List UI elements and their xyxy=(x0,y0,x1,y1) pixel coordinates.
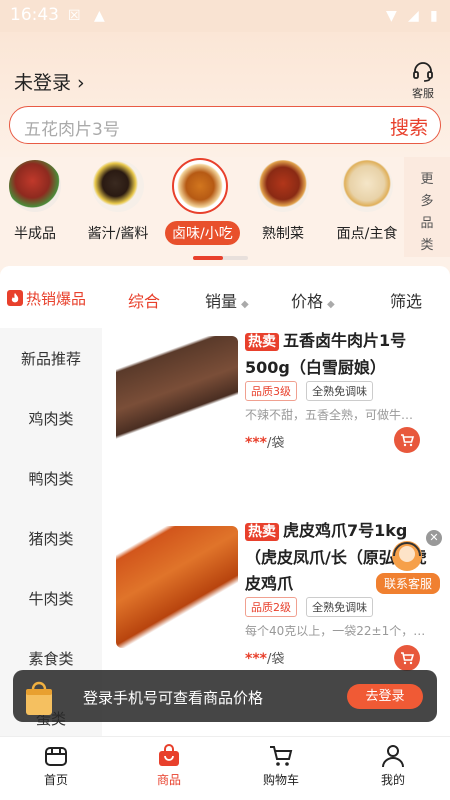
sort-arrow-icon: ◆ xyxy=(327,299,335,310)
sidebar-item[interactable]: 新品推荐 xyxy=(0,348,102,369)
price-value: *** xyxy=(245,651,267,667)
add-to-cart-button[interactable] xyxy=(394,645,420,671)
sort-sales[interactable]: 销量 ◆ xyxy=(205,288,249,312)
category-label: 卤味/小吃 xyxy=(165,221,240,245)
tab-mine[interactable]: 我的 xyxy=(353,743,433,788)
status-time: 16:43 xyxy=(10,5,59,25)
quality-tag: 品质2级 xyxy=(245,597,297,617)
price-unit: /袋 xyxy=(266,652,285,667)
product-tags: 品质2级 全熟免调味 xyxy=(245,596,377,617)
customer-service-label: 客服 xyxy=(412,87,434,100)
cart-icon xyxy=(401,652,415,665)
floating-service-label: 联系客服 xyxy=(376,573,440,594)
category-strip: 半成品 酱汁/酱料 卤味/小吃 熟制菜 面点/主食 更多品类 xyxy=(0,157,450,265)
shopping-bag-icon xyxy=(26,681,52,715)
category-image xyxy=(172,158,228,214)
login-link[interactable]: 未登录 › xyxy=(14,68,85,95)
category-image xyxy=(92,160,144,212)
product-description: 每个40克以上，一袋22±1个，… xyxy=(245,624,426,638)
search-input[interactable]: 五花肉片3号 xyxy=(24,115,120,140)
wifi-icon: ▼ xyxy=(386,8,397,24)
hot-badge: 热卖 xyxy=(245,333,279,351)
add-to-cart-button[interactable] xyxy=(394,427,420,453)
login-banner-text: 登录手机号可查看商品价格 xyxy=(83,689,264,707)
category-image xyxy=(341,160,393,212)
signal-icon: ◢ xyxy=(408,8,419,24)
category-label: 酱汁/酱料 xyxy=(87,226,149,242)
warning-icon: ▲ xyxy=(94,8,105,24)
tab-home-label: 首页 xyxy=(43,773,68,787)
notification-icon: ☒ xyxy=(68,8,81,24)
sidebar-item[interactable]: 鸡肉类 xyxy=(0,408,102,429)
category-label: 半成品 xyxy=(14,226,56,242)
more-categories-label: 更多品类 xyxy=(420,172,434,253)
price-value: *** xyxy=(245,435,267,451)
sort-price-label: 价格 xyxy=(291,292,324,311)
sort-arrow-icon: ◆ xyxy=(241,299,249,310)
user-icon xyxy=(382,745,404,768)
search-button[interactable]: 搜索 xyxy=(390,113,428,140)
sidebar-item[interactable]: 猪肉类 xyxy=(0,528,102,549)
filter-button[interactable]: 筛选 xyxy=(390,288,422,312)
close-icon[interactable]: ✕ xyxy=(426,530,442,546)
headset-icon xyxy=(413,62,433,82)
product-title[interactable]: 热卖 五香卤牛肉片1号500g（白雪厨娘） xyxy=(245,328,433,381)
tab-cart[interactable]: 购物车 xyxy=(241,743,321,788)
tab-bar: 首页 商品 购物车 我的 xyxy=(0,736,450,800)
category-image xyxy=(257,160,309,212)
cooked-tag: 全熟免调味 xyxy=(306,597,374,617)
product-card[interactable]: 热卖 五香卤牛肉片1号500g（白雪厨娘） 品质3级 全熟免调味 不辣不甜，五香全… xyxy=(102,328,450,518)
sort-comprehensive[interactable]: 综合 xyxy=(128,288,160,312)
tab-products[interactable]: 商品 xyxy=(129,743,209,788)
home-icon xyxy=(45,747,67,766)
sidebar-item[interactable]: 牛肉类 xyxy=(0,588,102,609)
status-bar: 16:43 ☒ ▲ ▼ ◢ ▮ xyxy=(0,0,450,32)
product-image xyxy=(116,336,238,458)
category-label: 熟制菜 xyxy=(262,226,304,242)
product-description: 不辣不甜，五香全熟，可做牛… xyxy=(245,408,414,422)
search-bar[interactable]: 五花肉片3号 搜索 xyxy=(9,106,441,144)
fire-icon xyxy=(7,290,23,306)
cart-icon xyxy=(270,746,293,766)
sort-sales-label: 销量 xyxy=(205,292,238,311)
sort-price[interactable]: 价格 ◆ xyxy=(291,288,335,312)
quality-tag: 品质3级 xyxy=(245,381,297,401)
tab-home[interactable]: 首页 xyxy=(16,743,96,788)
floating-service-widget[interactable]: ✕ 联系客服 xyxy=(376,530,442,594)
category-item[interactable]: 卤味/小吃 xyxy=(165,158,240,245)
category-label: 面点/主食 xyxy=(336,226,398,242)
product-panel: 热销爆品 综合 销量 ◆ 价格 ◆ 筛选 新品推荐 鸡肉类 鸭肉类 猪肉类 牛肉类 … xyxy=(0,266,450,736)
login-banner: 登录手机号可查看商品价格 去登录 xyxy=(13,670,437,722)
header: 未登录 › 客服 五花肉片3号 搜索 xyxy=(0,32,450,157)
cart-icon xyxy=(401,434,415,447)
product-price: ***/袋 xyxy=(245,648,284,667)
category-item[interactable]: 面点/主食 xyxy=(332,160,402,243)
product-image xyxy=(116,526,238,648)
category-item[interactable]: 熟制菜 xyxy=(248,160,318,243)
customer-service-button[interactable]: 客服 xyxy=(408,60,438,101)
more-categories-button[interactable]: 更多品类 xyxy=(404,157,450,257)
cooked-tag: 全熟免调味 xyxy=(306,381,374,401)
go-login-button[interactable]: 去登录 xyxy=(347,684,423,709)
product-price: ***/袋 xyxy=(245,432,284,451)
tab-mine-label: 我的 xyxy=(380,773,405,787)
category-item[interactable]: 酱汁/酱料 xyxy=(83,160,153,243)
category-item[interactable]: 半成品 xyxy=(0,160,70,243)
scroll-indicator xyxy=(193,256,248,260)
sidebar-item[interactable]: 鸭肉类 xyxy=(0,468,102,489)
tab-products-label: 商品 xyxy=(156,773,181,787)
sidebar-item[interactable]: 素食类 xyxy=(0,648,102,669)
hot-badge: 热卖 xyxy=(245,523,279,541)
battery-icon: ▮ xyxy=(430,8,438,24)
hot-category-label: 热销爆品 xyxy=(26,290,87,308)
tab-cart-label: 购物车 xyxy=(262,773,299,787)
price-unit: /袋 xyxy=(266,436,285,451)
shopping-bag-icon xyxy=(159,744,179,766)
product-tags: 品质3级 全熟免调味 xyxy=(245,380,377,401)
category-image xyxy=(9,160,61,212)
hot-category-tab[interactable]: 热销爆品 xyxy=(0,266,102,328)
